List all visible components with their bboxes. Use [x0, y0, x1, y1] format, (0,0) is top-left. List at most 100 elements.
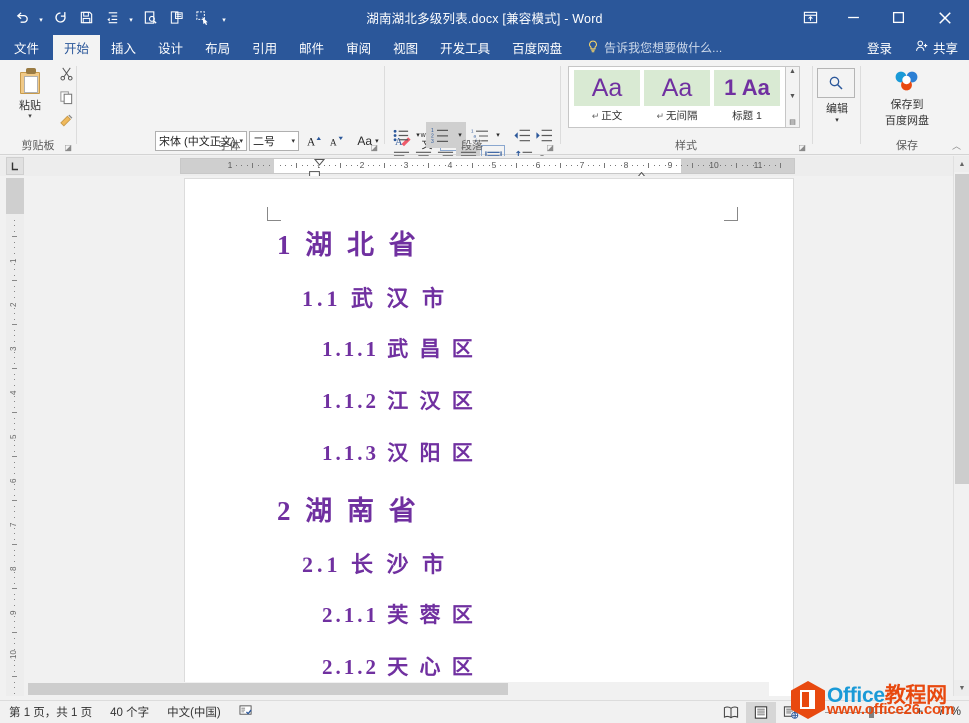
vruler-tick — [14, 291, 15, 292]
formatting-marks-icon[interactable] — [100, 5, 124, 31]
minimize-button[interactable] — [831, 0, 876, 35]
vruler-tick — [14, 319, 15, 320]
paragraph-dialog-launcher[interactable]: ◪ — [546, 143, 554, 152]
select-objects-icon[interactable] — [190, 5, 214, 31]
doc-line-1-1-1[interactable]: 1.1.1 武 昌 区 — [322, 333, 793, 363]
doc-line-2-1[interactable]: 2.1 长 沙 市 — [302, 547, 793, 579]
style-preview-normal: Aa — [574, 70, 640, 106]
tab-home[interactable]: 开始 — [53, 35, 100, 60]
styles-dialog-launcher[interactable]: ◪ — [798, 143, 806, 152]
doc-line-number: 2.1.1 — [322, 603, 379, 627]
horizontal-scroll-thumb[interactable] — [28, 683, 508, 695]
copy-button[interactable] — [54, 90, 78, 108]
vruler-tick — [14, 605, 15, 606]
tell-me-box[interactable]: 告诉我您想要做什么... — [573, 35, 722, 60]
view-print-layout-button[interactable] — [746, 702, 776, 723]
style-item-no-spacing[interactable]: Aa ↵无间隔 — [642, 70, 712, 124]
lightbulb-icon — [587, 40, 599, 56]
maximize-button[interactable] — [876, 0, 921, 35]
customize-qat-icon[interactable]: ▾ — [216, 5, 226, 31]
close-button[interactable] — [921, 0, 969, 35]
redo-icon[interactable] — [48, 5, 72, 31]
vruler-tick — [14, 621, 15, 622]
horizontal-scrollbar[interactable] — [28, 682, 769, 696]
formatting-dropdown-icon[interactable]: ▾ — [126, 5, 136, 31]
vruler-tick — [14, 528, 15, 529]
new-comment-icon[interactable] — [164, 5, 188, 31]
format-painter-button[interactable] — [54, 113, 78, 131]
vertical-scrollbar[interactable]: ▲ ▼ — [953, 156, 969, 696]
ruler-tick — [769, 165, 770, 166]
paste-button[interactable]: 粘贴 ▾ — [8, 64, 52, 121]
clipboard-dialog-launcher[interactable]: ◪ — [64, 143, 72, 152]
styles-gallery-scroll[interactable]: ▲ ▼ ▤ — [786, 66, 800, 128]
style-item-heading1[interactable]: 1 Aa 标题 1 — [712, 70, 782, 124]
font-dialog-launcher[interactable]: ◪ — [370, 143, 378, 152]
ruler-tick — [522, 165, 523, 166]
first-line-indent-marker[interactable] — [314, 159, 324, 165]
tab-view[interactable]: 视图 — [382, 35, 429, 60]
left-indent-marker[interactable] — [309, 166, 318, 174]
ruler-tick — [659, 165, 660, 166]
ruler-tick — [588, 165, 589, 166]
doc-line-1[interactable]: 1 湖 北 省 — [277, 223, 793, 262]
doc-line-text: 长 沙 市 — [342, 552, 449, 577]
doc-line-1-1-3[interactable]: 1.1.3 汉 阳 区 — [322, 437, 793, 467]
style-item-normal[interactable]: Aa ↵正文 — [572, 70, 642, 124]
tab-design[interactable]: 设计 — [147, 35, 194, 60]
ruler-tick — [549, 165, 550, 166]
word-count[interactable]: 40 个字 — [101, 704, 158, 720]
tab-file[interactable]: 文件 — [0, 35, 53, 60]
sign-in-button[interactable]: 登录 — [855, 35, 904, 60]
tab-baidu-netdisk[interactable]: 百度网盘 — [501, 35, 573, 60]
undo-dropdown-icon[interactable]: ▾ — [36, 5, 46, 31]
ruler-tick — [681, 165, 682, 166]
doc-line-2[interactable]: 2 湖 南 省 — [277, 489, 793, 528]
paste-dropdown-icon[interactable]: ▾ — [8, 113, 52, 121]
ruler-tick — [615, 165, 616, 166]
tab-stop-selector[interactable] — [6, 157, 24, 175]
vertical-ruler[interactable]: 12345678910 — [6, 178, 24, 696]
ruler-tick — [373, 165, 374, 166]
ruler-tick — [621, 165, 622, 166]
document-page[interactable]: 1 湖 北 省 1.1 武 汉 市 1.1.1 武 昌 区 1.1.2 江 汉 区 1.… — [184, 178, 794, 696]
ruler-tick — [742, 165, 743, 166]
tab-insert[interactable]: 插入 — [100, 35, 147, 60]
vruler-tick — [12, 412, 17, 413]
undo-icon[interactable] — [10, 5, 34, 31]
doc-line-2-1-2[interactable]: 2.1.2 天 心 区 — [322, 651, 793, 681]
doc-line-1-1[interactable]: 1.1 武 汉 市 — [302, 281, 793, 313]
save-to-baidu-button[interactable]: 保存到 百度网盘 — [862, 66, 952, 128]
editing-caret-icon[interactable]: ▾ — [817, 116, 857, 124]
cut-button[interactable] — [54, 66, 78, 84]
ribbon-display-options-icon[interactable] — [789, 0, 831, 35]
horizontal-ruler[interactable]: 11234567891011 — [180, 158, 795, 174]
print-preview-icon[interactable] — [138, 5, 162, 31]
page-indicator[interactable]: 第 1 页，共 1 页 — [0, 704, 101, 720]
tab-developer[interactable]: 开发工具 — [429, 35, 501, 60]
styles-scroll-up-icon[interactable]: ▲ — [789, 68, 796, 75]
vruler-tick — [14, 269, 15, 270]
doc-line-2-1-1[interactable]: 2.1.1 芙 蓉 区 — [322, 599, 793, 629]
styles-scroll-down-icon[interactable]: ▼ — [789, 93, 796, 100]
scroll-up-icon[interactable]: ▲ — [954, 156, 969, 172]
editing-button[interactable]: 编辑 ▾ — [817, 68, 857, 124]
tab-review[interactable]: 审阅 — [335, 35, 382, 60]
document-text[interactable]: 1 湖 北 省 1.1 武 汉 市 1.1.1 武 昌 区 1.1.2 江 汉 区 1.… — [185, 223, 793, 696]
styles-more-icon[interactable]: ▤ — [789, 118, 796, 126]
vruler-tick — [12, 676, 17, 677]
language-indicator[interactable]: 中文(中国) — [158, 704, 230, 720]
document-area[interactable]: 1 湖 北 省 1.1 武 汉 市 1.1.1 武 昌 区 1.1.2 江 汉 区 1.… — [28, 176, 953, 696]
vertical-scroll-thumb[interactable] — [955, 174, 969, 484]
tab-layout[interactable]: 布局 — [194, 35, 241, 60]
share-button[interactable]: 共享 — [904, 35, 969, 60]
doc-line-1-1-2[interactable]: 1.1.2 江 汉 区 — [322, 385, 793, 415]
tab-references[interactable]: 引用 — [241, 35, 288, 60]
tab-mailings[interactable]: 邮件 — [288, 35, 335, 60]
vruler-tick — [14, 687, 15, 688]
view-read-mode-button[interactable] — [716, 702, 746, 723]
save-icon[interactable] — [74, 5, 98, 31]
collapse-ribbon-button[interactable]: ︿ — [952, 139, 961, 152]
ruler-tick — [445, 165, 446, 166]
proofing-status-icon[interactable] — [230, 704, 262, 720]
